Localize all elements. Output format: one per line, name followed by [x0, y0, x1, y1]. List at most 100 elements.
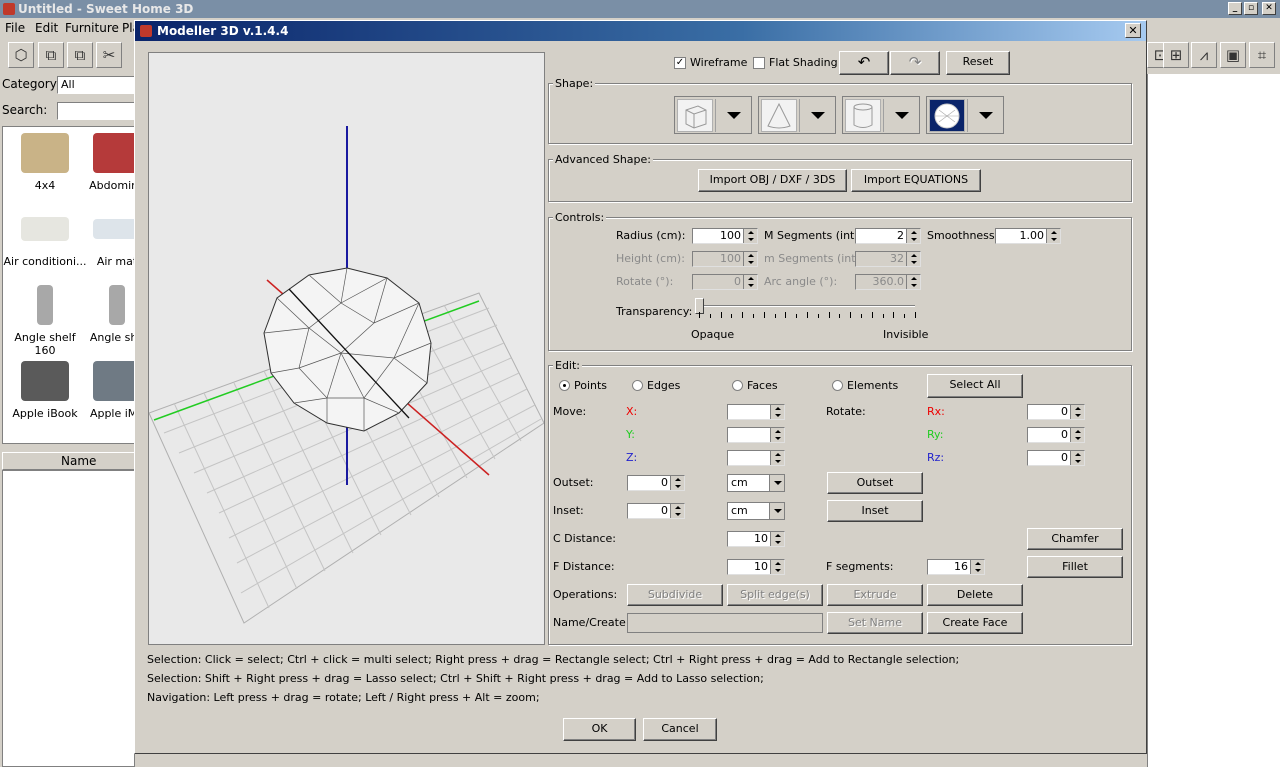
- inset-spinner[interactable]: 0: [627, 503, 685, 519]
- menu-edit[interactable]: Edit: [35, 21, 58, 35]
- f-segments-spinner[interactable]: 16: [927, 559, 985, 575]
- 3d-viewport[interactable]: [148, 52, 545, 645]
- smoothness-spinner[interactable]: 1.00: [995, 228, 1061, 244]
- shelf-icon: [109, 285, 125, 325]
- catalog-item[interactable]: Air mat: [75, 203, 134, 268]
- flat-shading-checkbox[interactable]: [753, 57, 765, 69]
- catalog-item[interactable]: Angle she: [75, 279, 134, 344]
- horizontal-scrollbar[interactable]: [440, 752, 810, 767]
- rx-spinner[interactable]: 0: [1027, 404, 1085, 420]
- elements-radio[interactable]: [832, 380, 843, 391]
- rz-spinner[interactable]: 0: [1027, 450, 1085, 466]
- furniture-list[interactable]: [2, 470, 135, 767]
- cylinder-shape-button[interactable]: [842, 96, 920, 134]
- chevron-down-icon[interactable]: [883, 99, 918, 132]
- advanced-shape-title: Advanced Shape:: [553, 153, 653, 166]
- slider-tick: [882, 314, 884, 318]
- slider-tick: [709, 314, 711, 318]
- catalog-item[interactable]: Abdomina: [75, 127, 134, 192]
- outset-unit-select[interactable]: cm: [727, 474, 785, 492]
- move-y-spinner[interactable]: [727, 427, 785, 443]
- inset-label: Inset:: [553, 504, 584, 517]
- edges-radio[interactable]: [632, 380, 643, 391]
- rx-label: Rx:: [927, 405, 945, 418]
- split-edges-button[interactable]: Split edge(s): [727, 584, 823, 606]
- wireframe-checkbox[interactable]: ✓: [674, 57, 686, 69]
- close-icon[interactable]: ✕: [1262, 2, 1276, 15]
- sphere-shape-button[interactable]: [926, 96, 1004, 134]
- radius-spinner[interactable]: 100: [692, 228, 758, 244]
- fillet-button[interactable]: Fillet: [1027, 556, 1123, 578]
- close-icon[interactable]: ✕: [1125, 23, 1141, 38]
- import-equations-button[interactable]: Import EQUATIONS: [851, 169, 981, 192]
- outset-spinner[interactable]: 0: [627, 475, 685, 491]
- faces-label: Faces: [747, 379, 778, 392]
- flip-icon[interactable]: ⩘: [1191, 42, 1217, 68]
- main-window-title-text: Untitled - Sweet Home 3D: [18, 2, 194, 16]
- import-obj-button[interactable]: Import OBJ / DXF / 3DS: [698, 169, 847, 192]
- slider-tick: [871, 312, 873, 318]
- new-home-icon[interactable]: ⬡: [8, 42, 34, 68]
- points-radio[interactable]: [559, 380, 570, 391]
- slider-tick: [861, 314, 862, 318]
- name-create-label: Name/Create:: [553, 616, 630, 629]
- name-input[interactable]: [627, 613, 823, 633]
- extrude-button[interactable]: Extrude: [827, 584, 923, 606]
- chevron-down-icon[interactable]: [715, 99, 750, 132]
- chamfer-button[interactable]: Chamfer: [1027, 528, 1123, 550]
- create-face-button[interactable]: Create Face: [927, 612, 1023, 634]
- outset-button[interactable]: Outset: [827, 472, 923, 494]
- computer-icon: [93, 361, 134, 401]
- search-input[interactable]: [57, 102, 135, 120]
- f-distance-label: F Distance:: [553, 560, 615, 573]
- category-label: Category:: [2, 77, 60, 91]
- box-shape-button[interactable]: [674, 96, 752, 134]
- inset-unit-select[interactable]: cm: [727, 502, 785, 520]
- chevron-down-icon[interactable]: [967, 99, 1002, 132]
- undo-icon[interactable]: ↶: [839, 51, 889, 75]
- cancel-button[interactable]: Cancel: [643, 718, 717, 741]
- redo-icon[interactable]: ↷: [890, 51, 940, 75]
- subdivide-button[interactable]: Subdivide: [627, 584, 723, 606]
- ok-button[interactable]: OK: [563, 718, 636, 741]
- catalog-item[interactable]: Apple iMa: [75, 355, 134, 420]
- chevron-down-icon[interactable]: [799, 99, 834, 132]
- m-segments-spinner[interactable]: 2: [855, 228, 921, 244]
- move-x-spinner[interactable]: [727, 404, 785, 420]
- menu-furniture[interactable]: Furniture: [65, 21, 119, 35]
- cone-shape-button[interactable]: [758, 96, 836, 134]
- name-column-header[interactable]: Name: [2, 452, 135, 470]
- reset-button[interactable]: Reset: [946, 51, 1010, 75]
- save-icon[interactable]: ⧉: [67, 42, 93, 68]
- open-icon[interactable]: ⧉: [38, 42, 64, 68]
- tag-icon[interactable]: ⌗: [1249, 42, 1275, 68]
- plan-view[interactable]: [1147, 74, 1280, 767]
- m-segments-small-spinner[interactable]: 32: [855, 251, 921, 267]
- menu-file[interactable]: File: [5, 21, 25, 35]
- category-select[interactable]: All: [57, 76, 135, 94]
- cut-icon[interactable]: ✂: [96, 42, 122, 68]
- height-spinner[interactable]: 100: [692, 251, 758, 267]
- set-name-button[interactable]: Set Name: [827, 612, 923, 634]
- operations-label: Operations:: [553, 588, 618, 601]
- inset-button[interactable]: Inset: [827, 500, 923, 522]
- select-all-button[interactable]: Select All: [927, 374, 1023, 398]
- dialog-title: Modeller 3D v.1.4.4: [157, 24, 289, 38]
- arc-angle-spinner[interactable]: 360.0: [855, 274, 921, 290]
- align-icon[interactable]: ⊞: [1163, 42, 1189, 68]
- transparency-slider[interactable]: [695, 298, 917, 322]
- faces-radio[interactable]: [732, 380, 743, 391]
- plan-icon[interactable]: ▣: [1220, 42, 1246, 68]
- slider-tick: [731, 314, 733, 318]
- move-z-spinner[interactable]: [727, 450, 785, 466]
- rotate-spinner[interactable]: 0: [692, 274, 758, 290]
- delete-button[interactable]: Delete: [927, 584, 1023, 606]
- f-distance-spinner[interactable]: 10: [727, 559, 785, 575]
- chevron-down-icon: [769, 503, 784, 519]
- minimize-icon[interactable]: _: [1228, 2, 1242, 15]
- slider-tick: [839, 314, 841, 318]
- slider-tick: [817, 314, 819, 318]
- ry-spinner[interactable]: 0: [1027, 427, 1085, 443]
- c-distance-spinner[interactable]: 10: [727, 531, 785, 547]
- restore-icon[interactable]: ▫: [1244, 2, 1258, 15]
